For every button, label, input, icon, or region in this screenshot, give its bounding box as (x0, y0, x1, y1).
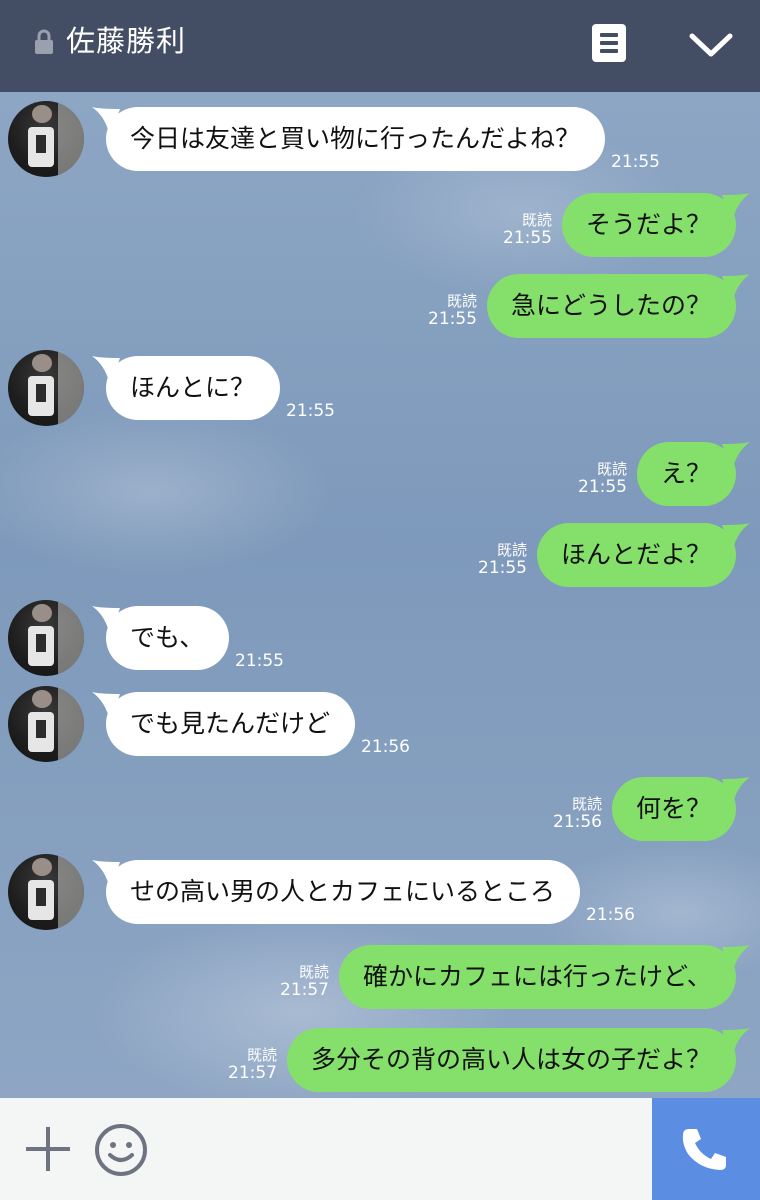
message-time: 21:56 (553, 812, 602, 832)
message-meta: 21:56 (586, 906, 635, 924)
outgoing-message-bubble[interactable]: 確かにカフェには行ったけど、 (339, 945, 736, 1009)
message-time: 21:55 (286, 401, 335, 421)
message-meta: 21:56 (361, 738, 410, 756)
message-time: 21:55 (611, 152, 660, 172)
message-time: 21:55 (235, 651, 284, 671)
incoming-message-bubble[interactable]: せの高い男の人とカフェにいるところ (106, 860, 580, 924)
message-meta: 既読 21:55 (467, 541, 527, 577)
message-meta: 21:55 (286, 402, 335, 420)
lock-icon (35, 29, 53, 54)
read-receipt: 既読 (298, 963, 329, 981)
avatar[interactable] (8, 101, 84, 177)
call-button[interactable] (652, 1098, 760, 1200)
smile-icon[interactable] (94, 1123, 148, 1177)
message-meta: 既読 21:56 (542, 795, 602, 831)
menu-icon[interactable] (592, 24, 626, 62)
message-time: 21:55 (428, 309, 477, 329)
chat-app: 佐藤勝利 今日は友達と買い物に行ったんだよね？ 21:55 そうだよ？ 既読 21:55… (0, 0, 760, 1200)
chat-area[interactable]: 今日は友達と買い物に行ったんだよね？ 21:55 そうだよ？ 既読 21:55 急にどうし… (0, 92, 760, 1098)
incoming-message-bubble[interactable]: 今日は友達と買い物に行ったんだよね？ (106, 107, 605, 171)
message-meta: 既読 21:55 (567, 460, 627, 496)
incoming-message-bubble[interactable]: でも、 (106, 606, 229, 670)
message-meta: 既読 21:57 (269, 963, 329, 999)
chat-title: 佐藤勝利 (66, 24, 187, 58)
read-receipt: 既読 (521, 211, 552, 229)
message-time: 21:57 (228, 1063, 277, 1083)
message-time: 21:56 (361, 737, 410, 757)
plus-icon[interactable] (24, 1125, 72, 1173)
avatar[interactable] (8, 854, 84, 930)
incoming-message-bubble[interactable]: ほんとに？ (106, 356, 280, 420)
chat-header: 佐藤勝利 (0, 0, 760, 92)
message-time: 21:55 (478, 558, 527, 578)
outgoing-message-bubble[interactable]: 何を？ (612, 777, 736, 841)
message-meta: 21:55 (235, 652, 284, 670)
avatar[interactable] (8, 350, 84, 426)
message-time: 21:56 (586, 905, 635, 925)
read-receipt: 既読 (446, 292, 477, 310)
message-meta: 既読 21:55 (417, 292, 477, 328)
incoming-message-bubble[interactable]: でも見たんだけど (106, 692, 355, 756)
avatar[interactable] (8, 686, 84, 762)
message-meta: 既読 21:55 (492, 211, 552, 247)
input-bar (0, 1098, 760, 1200)
message-time: 21:55 (578, 477, 627, 497)
message-time: 21:57 (280, 980, 329, 1000)
outgoing-message-bubble[interactable]: え？ (637, 442, 736, 506)
outgoing-message-bubble[interactable]: 急にどうしたの？ (487, 274, 736, 338)
avatar[interactable] (8, 600, 84, 676)
outgoing-message-bubble[interactable]: ほんとだよ？ (537, 523, 736, 587)
chevron-down-icon[interactable] (688, 30, 734, 60)
outgoing-message-bubble[interactable]: そうだよ？ (562, 193, 736, 257)
message-meta: 既読 21:57 (217, 1046, 277, 1082)
message-time: 21:55 (503, 228, 552, 248)
phone-icon (682, 1129, 726, 1170)
outgoing-message-bubble[interactable]: 多分その背の高い人は女の子だよ？ (287, 1028, 736, 1092)
read-receipt: 既読 (496, 541, 527, 559)
read-receipt: 既読 (246, 1046, 277, 1064)
read-receipt: 既読 (596, 460, 627, 478)
message-meta: 21:55 (611, 153, 660, 171)
read-receipt: 既読 (571, 795, 602, 813)
